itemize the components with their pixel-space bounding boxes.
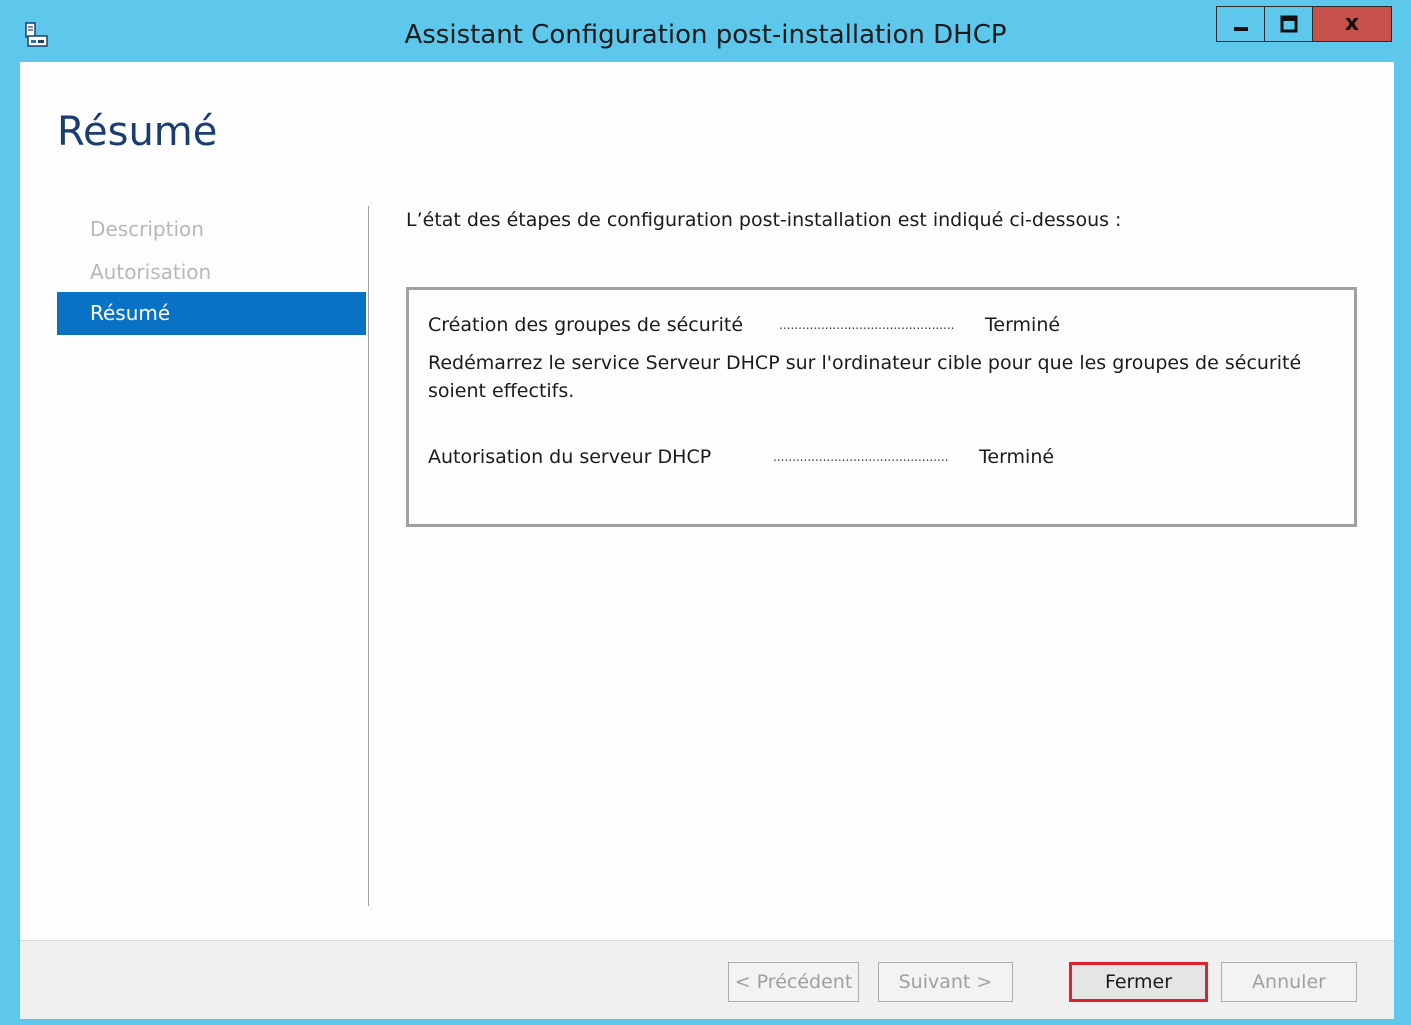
wizard-footer: < Précédent Suivant > Fermer Annuler <box>20 940 1394 1019</box>
wizard-content: Résumé Description Autorisation Résumé L… <box>20 62 1394 940</box>
wizard-window: Assistant Configuration post-installatio… <box>0 0 1411 1025</box>
next-button[interactable]: Suivant > <box>878 962 1013 1002</box>
step-row-security-groups: Création des groupes de sécurité .......… <box>428 312 1328 338</box>
maximize-icon <box>1280 15 1297 33</box>
step-label: Autorisation du serveur DHCP <box>428 446 712 468</box>
nav-item-resume: Résumé <box>57 292 366 335</box>
maximize-button[interactable] <box>1264 6 1312 42</box>
restart-note: Redémarrez le service Serveur DHCP sur l… <box>428 352 1302 402</box>
title-bar[interactable]: Assistant Configuration post-installatio… <box>0 0 1411 62</box>
results-box: Création des groupes de sécurité .......… <box>406 287 1357 527</box>
close-icon: x <box>1344 11 1360 36</box>
minimize-icon <box>1233 27 1248 31</box>
step-status: Terminé <box>985 314 1061 336</box>
nav-item-autorisation: Autorisation <box>90 260 212 284</box>
intro-text: L’état des étapes de configuration post-… <box>406 209 1122 231</box>
step-dots: ........................................… <box>773 450 949 464</box>
cancel-button[interactable]: Annuler <box>1221 962 1357 1002</box>
window-title: Assistant Configuration post-installatio… <box>404 20 1007 50</box>
step-row-dhcp-authorization: Autorisation du serveur DHCP ...........… <box>428 444 1328 470</box>
caption-buttons: x <box>1216 6 1392 44</box>
page-title: Résumé <box>57 109 218 155</box>
previous-button[interactable]: < Précédent <box>728 962 859 1002</box>
dhcp-server-icon <box>24 22 50 48</box>
close-window-button[interactable]: x <box>1312 6 1392 42</box>
step-dots: ........................................… <box>779 318 955 332</box>
close-button[interactable]: Fermer <box>1069 962 1208 1002</box>
nav-divider <box>368 206 369 906</box>
nav-item-description: Description <box>90 217 204 241</box>
step-status: Terminé <box>979 446 1055 468</box>
minimize-button[interactable] <box>1216 6 1264 42</box>
step-label: Création des groupes de sécurité <box>428 314 744 336</box>
